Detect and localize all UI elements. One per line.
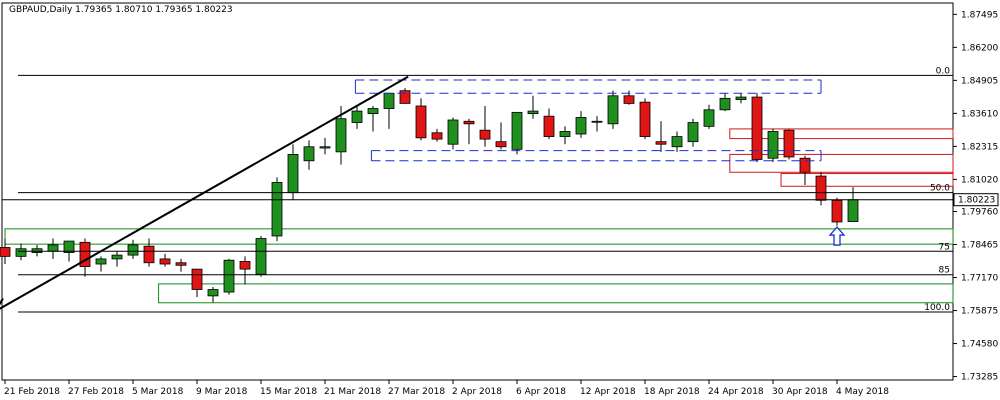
- bullish-candle: [671, 136, 683, 148]
- bullish-candle: [271, 182, 283, 237]
- bearish-candle: [399, 90, 411, 104]
- bullish-candle: [47, 244, 59, 252]
- chart-frame-group: [1, 2, 954, 381]
- x-tick-label: 15 Mar 2018: [260, 387, 317, 397]
- bullish-candle: [847, 199, 859, 222]
- x-tick-label: 21 Mar 2018: [324, 387, 381, 397]
- y-tick-label: 1.86200: [961, 43, 998, 53]
- bullish-candle: [255, 238, 267, 275]
- bullish-candle: [351, 110, 363, 123]
- bullish-candle: [575, 117, 587, 135]
- x-tick-label: 5 Mar 2018: [132, 387, 184, 397]
- y-tick-label: 1.79760: [961, 208, 998, 218]
- bullish-candle: [335, 118, 347, 153]
- annotation-group: 0.0 50.0 75 85 100.0: [0, 66, 953, 313]
- bullish-candle: [111, 254, 123, 260]
- bullish-candle: [31, 248, 43, 253]
- x-tick-label: 6 Apr 2018: [516, 387, 566, 397]
- bullish-candle: [719, 97, 731, 111]
- x-tick-label: 12 Apr 2018: [580, 387, 636, 397]
- bullish-candle: [703, 109, 715, 127]
- bullish-candle: [15, 248, 27, 257]
- y-tick-label: 1.83610: [961, 109, 998, 119]
- up-arrow-icon: [828, 226, 846, 246]
- bullish-candle: [447, 119, 459, 145]
- bearish-candle: [543, 115, 555, 137]
- bullish-candle: [767, 131, 779, 159]
- x-tick-label: 9 Mar 2018: [196, 387, 248, 397]
- resistance-zone: [729, 153, 954, 173]
- bearish-candle: [175, 262, 187, 266]
- y-tick-label: 1.84905: [961, 76, 998, 86]
- bullish-candle: [527, 110, 539, 115]
- bearish-candle: [479, 129, 491, 140]
- current-price-label: 1.80223: [958, 196, 995, 206]
- bullish-candle: [303, 146, 315, 162]
- fib-level-label: 75: [939, 242, 950, 252]
- resistance-zone: [780, 173, 954, 187]
- bearish-candle: [143, 245, 155, 264]
- y-tick-label: 1.73285: [961, 373, 998, 383]
- bearish-candle: [463, 120, 475, 125]
- x-tick-label: 27 Mar 2018: [388, 387, 445, 397]
- bearish-candle: [815, 175, 827, 201]
- bullish-candle: [591, 120, 603, 123]
- plot-frame: [1, 2, 954, 381]
- x-tick-label: 18 Apr 2018: [644, 387, 700, 397]
- bullish-candle: [687, 122, 699, 143]
- zone-group: [4, 128, 954, 304]
- x-tick-label: 4 May 2018: [836, 387, 889, 397]
- y-tick-label: 1.87495: [961, 10, 998, 20]
- bearish-candle: [655, 141, 667, 145]
- bearish-candle: [495, 141, 507, 148]
- bearish-candle: [831, 199, 843, 223]
- y-tick-label: 1.81020: [961, 175, 998, 185]
- x-tick-label: 27 Feb 2018: [68, 387, 124, 397]
- symbol-title: GBPAUD,Daily 1.79365 1.80710 1.79365 1.8…: [9, 5, 233, 15]
- y-tick-label: 1.74580: [961, 340, 998, 350]
- bullish-candle: [127, 244, 139, 256]
- bullish-candle: [223, 259, 235, 293]
- resistance-zone: [729, 128, 954, 140]
- bearish-candle: [239, 261, 251, 270]
- x-tick-label: 24 Apr 2018: [708, 387, 764, 397]
- y-tick-label: 1.78465: [961, 241, 998, 251]
- fib-level-label: 100.0: [924, 303, 950, 313]
- fib-level-label: 85: [939, 266, 950, 276]
- bullish-candle: [383, 92, 395, 109]
- bearish-candle: [415, 105, 427, 139]
- y-tick-label: 1.75875: [961, 307, 998, 317]
- bullish-candle: [319, 146, 331, 149]
- bearish-candle: [639, 101, 651, 137]
- trendline: [0, 75, 409, 310]
- support-zone: [158, 283, 954, 304]
- candles-group: [0, 88, 859, 303]
- fib-level-label: 0.0: [936, 66, 951, 76]
- price-chart: 0.0 50.0 75 85 100.0 1.87495 1.86200 1.84905 1.…: [0, 2, 999, 397]
- bearish-candle: [431, 132, 443, 140]
- bullish-candle: [95, 258, 107, 265]
- bearish-candle: [783, 129, 795, 158]
- bullish-candle: [559, 131, 571, 137]
- x-tick-label: 30 Apr 2018: [772, 387, 828, 397]
- bullish-candle: [607, 95, 619, 125]
- support-zone: [4, 228, 954, 245]
- bearish-candle: [191, 268, 203, 290]
- x-tick-label: 2 Apr 2018: [452, 387, 502, 397]
- y-tick-label: 1.82315: [961, 142, 998, 152]
- bearish-candle: [0, 247, 11, 257]
- bullish-candle: [511, 111, 523, 150]
- bullish-candle: [287, 154, 299, 194]
- bullish-candle: [207, 289, 219, 297]
- bullish-candle: [735, 96, 747, 101]
- x-tick-label: 21 Feb 2018: [4, 387, 60, 397]
- bullish-candle: [367, 108, 379, 115]
- bearish-candle: [159, 258, 171, 265]
- bearish-candle: [623, 95, 635, 104]
- fib-level-label: 50.0: [930, 184, 950, 194]
- y-tick-label: 1.77170: [961, 274, 998, 284]
